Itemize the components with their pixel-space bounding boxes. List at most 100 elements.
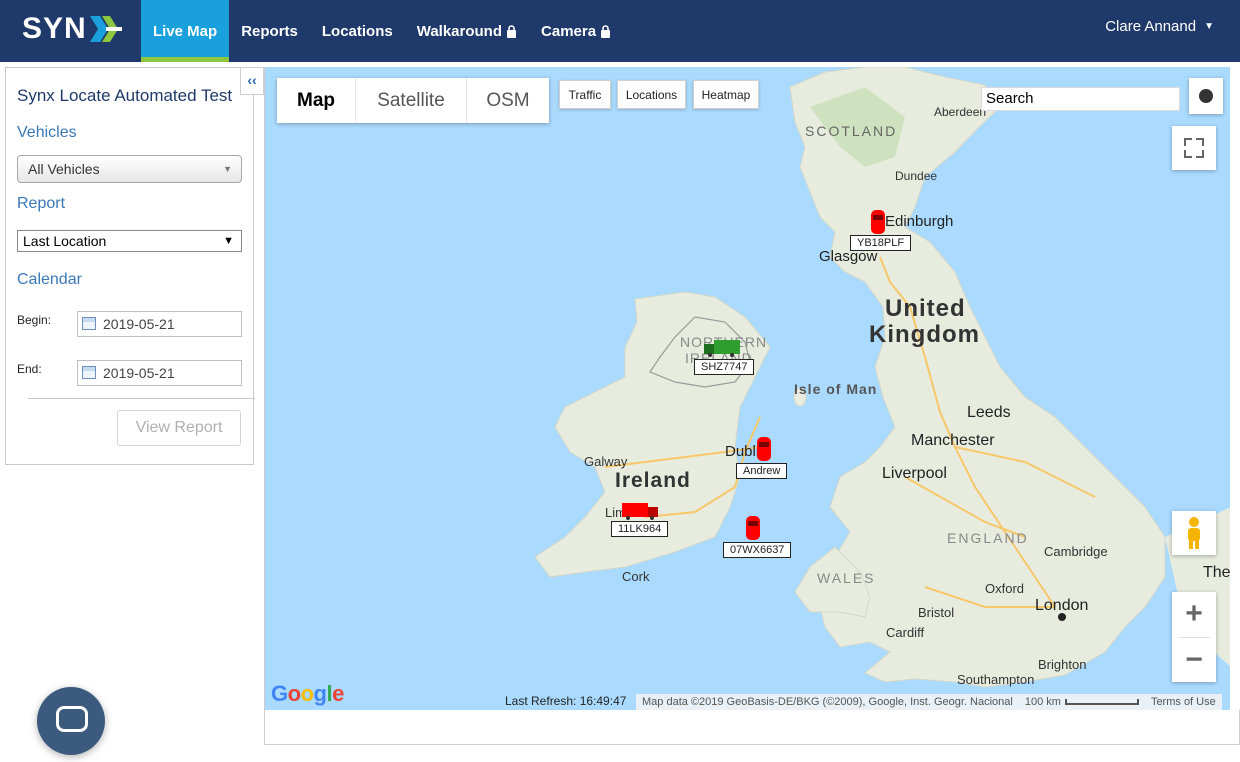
label-ireland: Ireland bbox=[615, 469, 691, 492]
locate-button[interactable] bbox=[1189, 78, 1223, 114]
user-name: Clare Annand bbox=[1105, 17, 1197, 35]
map-type-control: Map Satellite OSM bbox=[277, 78, 549, 123]
calendar-label: Calendar bbox=[17, 271, 82, 288]
report-select[interactable]: Last Location ▼ bbox=[17, 230, 242, 252]
panel-title: Synx Locate Automated Test bbox=[17, 86, 233, 105]
main-nav: Live Map Reports Locations Walkaround Ca… bbox=[141, 0, 623, 62]
fullscreen-icon bbox=[1184, 138, 1192, 146]
nav-locations[interactable]: Locations bbox=[310, 0, 405, 62]
vehicles-label: Vehicles bbox=[17, 124, 77, 141]
caret-down-icon: ▼ bbox=[1204, 20, 1214, 32]
label-leeds: Leeds bbox=[967, 404, 1011, 421]
nav-reports-label: Reports bbox=[241, 22, 298, 40]
scale-label: 100 km bbox=[1024, 696, 1061, 708]
begin-label: Begin: bbox=[17, 313, 52, 327]
pegman-icon bbox=[1188, 517, 1200, 549]
end-date-input[interactable]: 2019-05-21 bbox=[77, 360, 242, 386]
vehicle-label[interactable]: YB18PLF bbox=[850, 235, 912, 251]
nav-camera[interactable]: Camera bbox=[529, 0, 623, 62]
label-dundee: Dundee bbox=[895, 169, 938, 183]
label-wales: WALES bbox=[817, 570, 876, 586]
label-brighton: Brighton bbox=[1038, 657, 1087, 672]
vehicle-label[interactable]: SHZ7747 bbox=[694, 359, 755, 375]
nav-camera-label: Camera bbox=[541, 22, 597, 40]
truck-marker-icon[interactable] bbox=[702, 338, 742, 358]
map-search-input[interactable]: Search bbox=[981, 87, 1180, 111]
fullscreen-icon-corner bbox=[1196, 138, 1204, 146]
top-navbar: SYN Live Map Reports Locations Walkaroun… bbox=[0, 0, 1240, 62]
synx-logo[interactable]: SYN bbox=[22, 12, 122, 46]
report-panel: Synx Locate Automated Test Vehicles All … bbox=[5, 67, 255, 465]
fullscreen-icon-corner bbox=[1196, 150, 1204, 158]
nav-reports[interactable]: Reports bbox=[229, 0, 310, 62]
map-type-map-button[interactable]: Map bbox=[277, 78, 356, 123]
traffic-layer-button[interactable]: Traffic bbox=[559, 80, 611, 109]
label-southampton: Southampton bbox=[957, 672, 1035, 687]
vehicle-label[interactable]: 07WX6637 bbox=[723, 542, 792, 558]
label-galway: Galway bbox=[584, 454, 628, 469]
user-menu[interactable]: Clare Annand ▼ bbox=[1105, 0, 1214, 52]
select-arrow-icon: ▼ bbox=[223, 235, 234, 247]
label-cork: Cork bbox=[622, 569, 650, 584]
attribution-text: Map data ©2019 GeoBasis-DE/BKG (©2009), … bbox=[642, 696, 1013, 708]
begin-date-input[interactable]: 2019-05-21 bbox=[77, 311, 242, 337]
nav-live-map[interactable]: Live Map bbox=[141, 0, 230, 62]
zoom-control: + − bbox=[1172, 592, 1216, 682]
last-refresh: Last Refresh: 16:49:47 bbox=[505, 694, 627, 708]
panel-divider bbox=[28, 398, 255, 399]
map-type-osm-button[interactable]: OSM bbox=[467, 78, 549, 123]
car-marker-icon[interactable] bbox=[755, 435, 773, 463]
car-marker-icon[interactable] bbox=[744, 514, 762, 542]
nav-live-map-label: Live Map bbox=[153, 22, 218, 40]
end-label: End: bbox=[17, 362, 42, 376]
logo-text: SYN bbox=[22, 12, 87, 45]
label-manchester: Manchester bbox=[911, 432, 995, 449]
street-view-button[interactable] bbox=[1172, 511, 1216, 555]
label-england: ENGLAND bbox=[947, 530, 1029, 546]
zoom-out-button[interactable]: − bbox=[1172, 638, 1216, 682]
record-dot-icon bbox=[1199, 89, 1213, 103]
calendar-icon[interactable] bbox=[82, 366, 96, 379]
label-liverpool: Liverpool bbox=[882, 465, 947, 482]
car-marker-icon[interactable] bbox=[869, 208, 887, 236]
truck-marker-icon[interactable] bbox=[620, 501, 660, 521]
label-united: United bbox=[885, 295, 966, 322]
label-cambridge: Cambridge bbox=[1044, 544, 1108, 559]
locations-layer-button[interactable]: Locations bbox=[617, 80, 686, 109]
fullscreen-icon-corner bbox=[1184, 150, 1192, 158]
heatmap-layer-button[interactable]: Heatmap bbox=[693, 80, 759, 109]
report-label: Report bbox=[17, 195, 66, 212]
vehicle-label[interactable]: Andrew bbox=[736, 463, 788, 479]
nav-locations-label: Locations bbox=[321, 22, 393, 40]
google-logo: Google bbox=[271, 681, 344, 706]
chat-bubble-icon bbox=[56, 706, 88, 732]
map-attribution: Map data ©2019 GeoBasis-DE/BKG (©2009), … bbox=[636, 694, 1222, 710]
map-footer bbox=[264, 710, 1240, 745]
label-bristol: Bristol bbox=[918, 605, 955, 620]
map-type-satellite-button[interactable]: Satellite bbox=[356, 78, 467, 123]
nav-walkaround[interactable]: Walkaround bbox=[405, 0, 529, 62]
label-isle-of-man: Isle of Man bbox=[794, 381, 878, 397]
chat-widget-button[interactable] bbox=[37, 687, 105, 755]
fullscreen-button[interactable] bbox=[1172, 126, 1216, 170]
scale-text: 100 km bbox=[1019, 696, 1145, 708]
vehicles-select-value: All Vehicles bbox=[28, 161, 100, 177]
vehicle-label[interactable]: 11LK964 bbox=[611, 521, 669, 537]
live-map[interactable]: SCOTLAND Aberdeen Dundee Edinburgh Glasg… bbox=[264, 67, 1230, 710]
terms-link[interactable]: Terms of Use bbox=[1145, 696, 1222, 708]
view-report-button[interactable]: View Report bbox=[117, 410, 241, 446]
begin-date-value: 2019-05-21 bbox=[103, 316, 175, 332]
vehicles-select[interactable]: All Vehicles ▼ bbox=[17, 155, 242, 183]
label-kingdom: Kingdom bbox=[869, 321, 980, 348]
label-london: London bbox=[1035, 597, 1089, 614]
label-aberdeen: Aberdeen bbox=[934, 105, 987, 119]
end-date-value: 2019-05-21 bbox=[103, 365, 175, 381]
label-scotland: SCOTLAND bbox=[805, 123, 898, 139]
logo-x-mark-icon bbox=[89, 16, 122, 42]
calendar-icon[interactable] bbox=[82, 317, 96, 330]
scale-bar bbox=[1064, 699, 1139, 706]
collapse-panel-button[interactable]: ‹‹ bbox=[240, 67, 264, 95]
report-select-value: Last Location bbox=[23, 233, 107, 249]
label-cardiff: Cardiff bbox=[886, 625, 925, 640]
zoom-in-button[interactable]: + bbox=[1172, 592, 1216, 636]
